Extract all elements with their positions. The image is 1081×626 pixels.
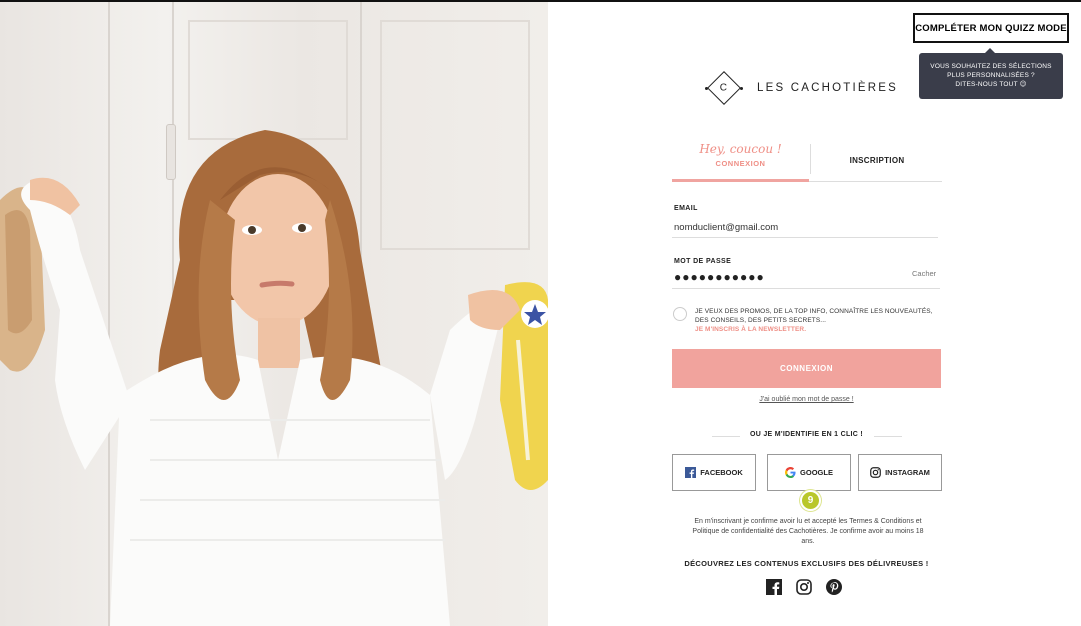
pinterest-icon[interactable] — [826, 579, 842, 595]
google-label: GOOGLE — [800, 468, 833, 477]
password-field[interactable]: ●●●●●●●●●●● — [674, 270, 765, 284]
connexion-button[interactable]: CONNEXION — [672, 349, 941, 388]
tab-divider — [810, 144, 811, 174]
instagram-label: INSTAGRAM — [885, 468, 930, 477]
tab-inscription[interactable]: INSCRIPTION — [812, 138, 942, 182]
brand-name: LES CACHOTIÈRES — [757, 82, 898, 94]
facebook-login-button[interactable]: FACEBOOK — [672, 454, 756, 491]
google-login-button[interactable]: GOOGLE — [767, 454, 851, 491]
footer-social-icons — [766, 579, 842, 595]
quiz-tooltip: VOUS SOUHAITEZ DES SÉLECTIONS PLUS PERSO… — [919, 48, 1063, 99]
tab-connexion-label: CONNEXION — [715, 159, 766, 168]
newsletter-optin: JE VEUX DES PROMOS, DE LA TOP INFO, CONN… — [695, 307, 945, 334]
auth-tabs: Hey, coucou ! CONNEXION INSCRIPTION — [672, 138, 942, 182]
newsletter-text: JE VEUX DES PROMOS, DE LA TOP INFO, CONN… — [695, 308, 933, 324]
logo-monogram-letter: C — [720, 82, 728, 94]
email-field[interactable] — [672, 218, 938, 238]
newsletter-link[interactable]: JE M'INSCRIS À LA NEWSLETTER. — [695, 326, 806, 333]
tab-greeting: Hey, coucou ! — [699, 142, 782, 156]
google-icon — [785, 467, 796, 478]
hero-image — [0, 0, 548, 626]
terms-text: En m'inscrivant je confirme avoir lu et … — [692, 518, 924, 545]
tooltip-line: PLUS PERSONNALISÉES ? — [947, 72, 1035, 79]
email-label: EMAIL — [674, 205, 698, 212]
facebook-icon — [685, 467, 697, 478]
brand-logo[interactable]: C LES CACHOTIÈRES — [705, 71, 898, 105]
step-badge: 9 — [800, 490, 821, 511]
quiz-mode-button[interactable]: COMPLÉTER MON QUIZZ MODE — [913, 13, 1069, 43]
discover-heading: DÉCOUVREZ LES CONTENUS EXCLUSIFS DES DÉL… — [684, 559, 929, 568]
instagram-login-button[interactable]: INSTAGRAM — [858, 454, 942, 491]
password-underline — [672, 288, 940, 289]
instagram-icon — [870, 467, 881, 478]
hide-password-toggle[interactable]: Cacher — [912, 269, 936, 278]
logo-monogram: C — [707, 71, 741, 105]
tooltip-line: DITES-NOUS TOUT 😉 — [955, 81, 1027, 88]
woman-illustration — [0, 130, 548, 626]
divider-line — [874, 436, 902, 437]
facebook-label: FACEBOOK — [700, 468, 743, 477]
top-border — [0, 0, 1081, 2]
newsletter-checkbox[interactable] — [673, 307, 687, 321]
instagram-icon[interactable] — [796, 579, 812, 595]
facebook-icon[interactable] — [766, 579, 782, 595]
password-label: MOT DE PASSE — [674, 258, 732, 265]
tab-connexion[interactable]: Hey, coucou ! CONNEXION — [672, 138, 809, 182]
forgot-password-link[interactable]: J'ai oublié mon mot de passe ! — [672, 396, 941, 403]
tooltip-line: VOUS SOUHAITEZ DES SÉLECTIONS — [930, 63, 1052, 70]
